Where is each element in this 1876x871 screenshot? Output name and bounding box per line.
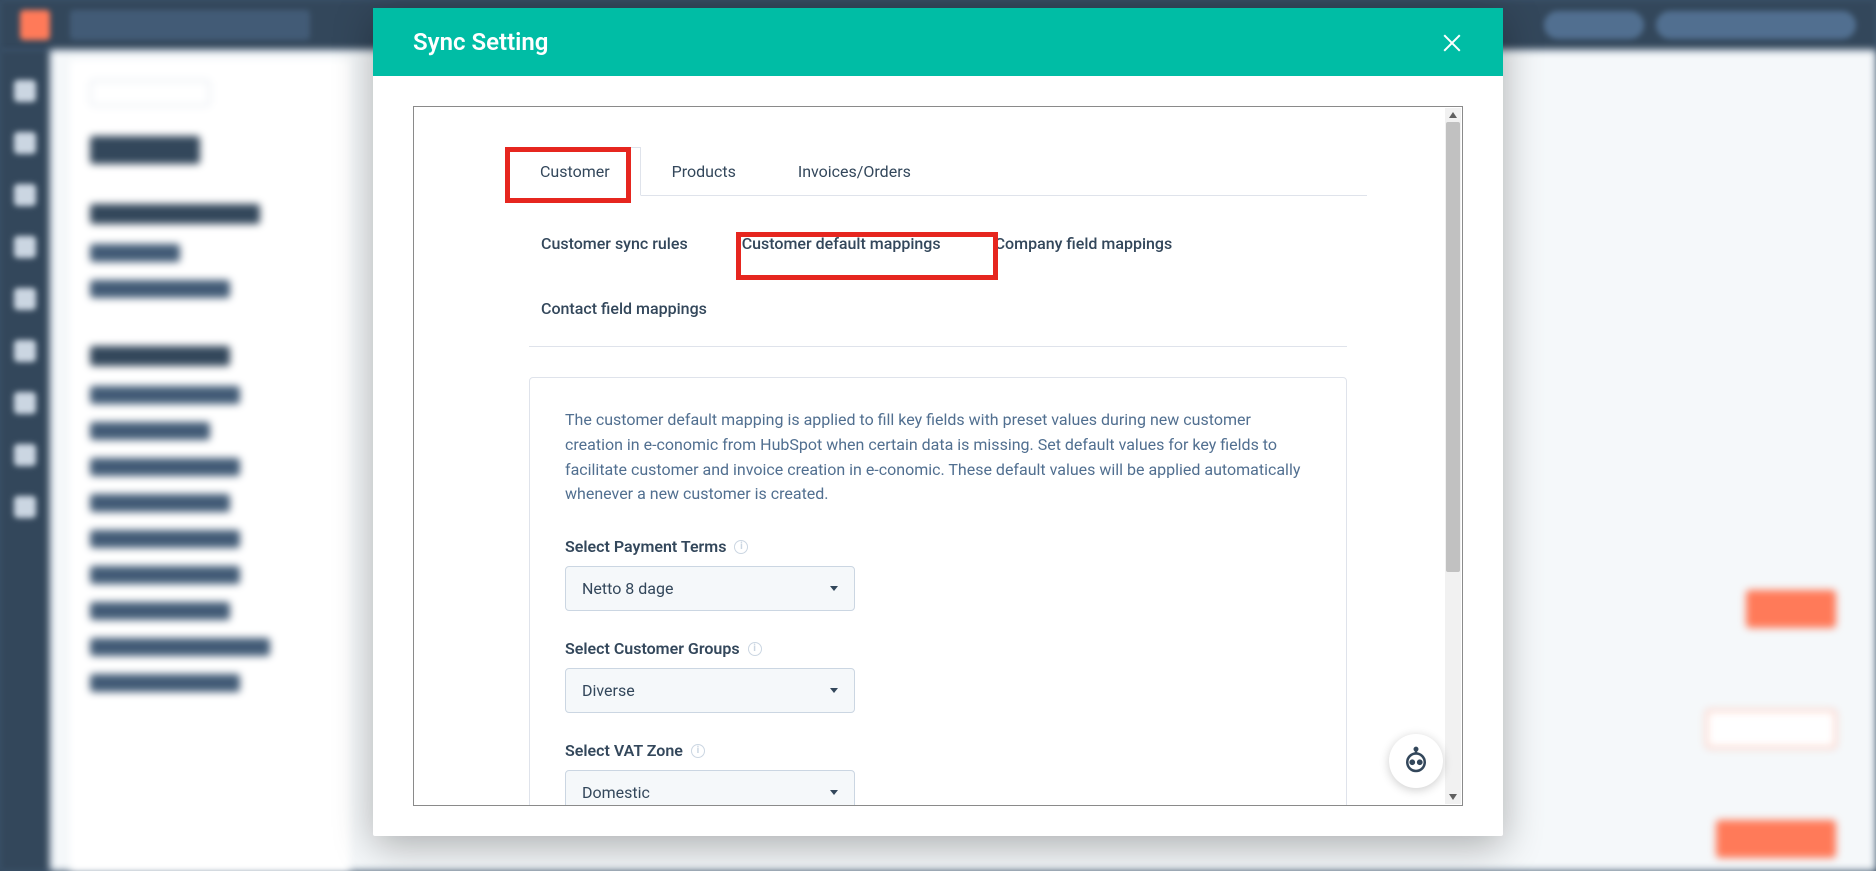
- select-customer-groups[interactable]: Diverse: [565, 668, 855, 713]
- subtab-company-mappings[interactable]: Company field mappings: [983, 226, 1185, 261]
- leftrail-blurred: [0, 50, 50, 871]
- scroll-down-icon[interactable]: [1449, 794, 1457, 800]
- modal-title: Sync Setting: [413, 28, 548, 56]
- chevron-down-icon: [830, 688, 838, 693]
- info-icon[interactable]: [748, 642, 762, 656]
- select-vat-zone[interactable]: Domestic: [565, 770, 855, 806]
- sidebar-blurred: [70, 60, 350, 871]
- info-icon[interactable]: [691, 744, 705, 758]
- chat-fab[interactable]: [1389, 734, 1443, 788]
- bg-button-3: [1716, 820, 1836, 858]
- label-customer-groups: Select Customer Groups: [565, 639, 1311, 658]
- label-vat-zone: Select VAT Zone: [565, 741, 1311, 760]
- tab-customer[interactable]: Customer: [509, 147, 641, 196]
- chevron-down-icon: [830, 790, 838, 795]
- modal-header: Sync Setting: [373, 8, 1503, 76]
- field-vat-zone: Select VAT Zone Domestic: [565, 741, 1311, 806]
- tab-invoices[interactable]: Invoices/Orders: [767, 147, 942, 195]
- main-tabs: Customer Products Invoices/Orders: [509, 147, 1367, 196]
- chatbot-icon: [1401, 746, 1431, 776]
- form-card: The customer default mapping is applied …: [529, 377, 1347, 806]
- sub-tabs: Customer sync rules Customer default map…: [509, 216, 1367, 336]
- field-customer-groups: Select Customer Groups Diverse: [565, 639, 1311, 713]
- scrollbar-thumb[interactable]: [1446, 122, 1460, 572]
- field-payment-terms: Select Payment Terms Netto 8 dage: [565, 537, 1311, 611]
- modal-body: Customer Products Invoices/Orders Custom…: [373, 76, 1503, 836]
- label-payment-terms: Select Payment Terms: [565, 537, 1311, 556]
- close-icon[interactable]: [1441, 31, 1463, 53]
- subtab-contact-mappings[interactable]: Contact field mappings: [529, 291, 729, 326]
- subtab-sync-rules[interactable]: Customer sync rules: [529, 226, 700, 261]
- chevron-down-icon: [830, 586, 838, 591]
- sync-setting-modal: Sync Setting Customer Products Invoices/…: [373, 8, 1503, 836]
- tab-products[interactable]: Products: [641, 147, 767, 195]
- content-frame: Customer Products Invoices/Orders Custom…: [413, 106, 1463, 806]
- helper-text: The customer default mapping is applied …: [565, 408, 1311, 507]
- select-payment-terms[interactable]: Netto 8 dage: [565, 566, 855, 611]
- scroll-up-icon[interactable]: [1449, 112, 1457, 118]
- info-icon[interactable]: [734, 540, 748, 554]
- vertical-scrollbar[interactable]: [1445, 108, 1461, 804]
- bg-button-1: [1746, 590, 1836, 628]
- subtab-default-mappings[interactable]: Customer default mappings: [730, 226, 953, 261]
- bg-button-2: [1706, 710, 1836, 748]
- divider: [529, 346, 1347, 347]
